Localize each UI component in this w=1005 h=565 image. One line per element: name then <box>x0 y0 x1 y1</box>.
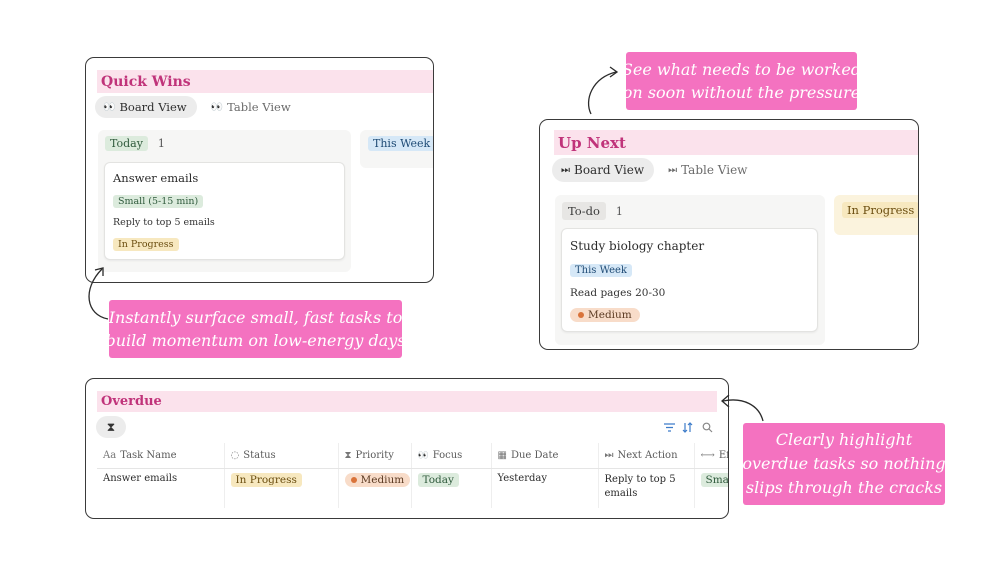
table-header-row: Aa Task Name ◌ Status ⧗ Priority 👀 Focus ▦ Du… <box>97 443 728 469</box>
callout-up-next: See what needs to be worked on soon with… <box>622 52 861 110</box>
column-tag-today: Today <box>105 136 148 151</box>
tab-table-view[interactable]: ⏭ Table View <box>660 159 757 181</box>
hourglass-icon: ⧗ <box>344 449 352 461</box>
priority-dot-icon <box>350 476 357 483</box>
cell-priority[interactable]: Medium <box>338 468 412 508</box>
callout-quick-wins: Instantly surface small, fast tasks to b… <box>106 300 406 358</box>
next-track-icon: ⏭ <box>561 164 570 176</box>
status-icon: ◌ <box>230 449 240 461</box>
tab-label: Table View <box>227 100 291 114</box>
column-header-status[interactable]: ◌ Status <box>224 443 339 469</box>
quick-wins-title: Quick Wins <box>97 70 433 93</box>
column-header-focus[interactable]: 👀 Focus <box>411 443 492 469</box>
tab-table-view[interactable]: 👀 Table View <box>203 96 301 118</box>
card-note: Read pages 20-30 <box>570 287 666 299</box>
overdue-table: Aa Task Name ◌ Status ⧗ Priority 👀 Focus ▦ Du… <box>97 443 728 508</box>
cell-next-action[interactable]: Reply to top 5 emails <box>598 468 695 508</box>
column-tag-this-week: This Week <box>368 136 433 151</box>
status-badge: In Progress <box>230 472 302 487</box>
next-track-icon: ⏭ <box>668 164 677 176</box>
column-header-this-week: This Week <box>368 136 433 151</box>
tab-label: Board View <box>574 163 645 177</box>
card-title: Study biology chapter <box>570 239 705 253</box>
column-header-priority[interactable]: ⧗ Priority <box>338 443 412 469</box>
task-card-answer-emails[interactable]: Answer emails Small (5-15 min) Reply to … <box>104 162 345 260</box>
cell-effort[interactable]: Smal <box>694 468 728 508</box>
tab-board-view[interactable]: 👀 Board View <box>95 96 197 118</box>
overdue-title: Overdue <box>97 391 717 412</box>
cell-due-date[interactable]: Yesterday <box>491 468 599 508</box>
table-row[interactable]: Answer emails In Progress Medium Today Y… <box>97 468 728 508</box>
text-icon: Aa <box>103 449 117 461</box>
filter-icon[interactable] <box>663 421 675 433</box>
up-next-tabs: ⏭ Board View ⏭ Table View <box>552 158 757 182</box>
status-badge: In Progress <box>113 238 179 251</box>
priority-dot-icon <box>578 312 584 318</box>
size-tag: Small (5-15 min) <box>113 195 204 208</box>
up-next-title: Up Next <box>554 130 918 155</box>
cell-task-name[interactable]: Answer emails <box>97 468 225 508</box>
next-track-icon: ⏭ <box>604 449 614 461</box>
column-header-due-date[interactable]: ▦ Due Date <box>491 443 599 469</box>
column-count: 1 <box>615 204 623 218</box>
overdue-panel: Overdue ⧗ Aa Task Name ◌ Status ⧗ Priority … <box>85 378 729 519</box>
task-card-study-biology[interactable]: Study biology chapter This Week Read pag… <box>561 228 818 332</box>
tab-board-view[interactable]: ⏭ Board View <box>552 158 655 182</box>
card-note: Reply to top 5 emails <box>113 217 215 228</box>
column-header-to-do: To-do 1 <box>562 202 623 220</box>
calendar-icon: ▦ <box>497 449 507 461</box>
priority-label: Medium <box>588 309 632 321</box>
arrow-overdue <box>721 394 764 422</box>
column-header-next-action[interactable]: ⏭ Next Action <box>598 443 695 469</box>
callout-overdue: Clearly highlight overdue tasks so nothi… <box>742 423 946 505</box>
column-header-task-name[interactable]: Aa Task Name <box>97 443 225 469</box>
card-title: Answer emails <box>113 171 199 185</box>
arrow-quick-wins <box>88 267 109 320</box>
view-switcher-hourglass[interactable]: ⧗ <box>96 416 126 438</box>
column-header-in-progress: In Progress <box>842 202 918 218</box>
focus-tag: This Week <box>570 264 632 277</box>
tab-label: Board View <box>119 100 187 114</box>
quick-wins-tabs: 👀 Board View 👀 Table View <box>95 96 301 118</box>
column-tag-in-progress: In Progress <box>842 202 918 218</box>
dumbbell-icon: ⟷ <box>700 449 715 461</box>
priority-badge: Medium <box>570 308 640 322</box>
cell-focus[interactable]: Today <box>411 468 492 508</box>
priority-badge: Medium <box>344 472 410 487</box>
column-tag-to-do: To-do <box>562 202 606 220</box>
column-header-today: Today 1 <box>105 136 165 151</box>
column-header-effort[interactable]: ⟷ Ef <box>694 443 728 469</box>
quick-wins-panel: Quick Wins 👀 Board View 👀 Table View Tod… <box>85 57 434 283</box>
sort-icon[interactable] <box>681 421 693 433</box>
tab-label: Table View <box>681 163 748 177</box>
binoculars-icon: 👀 <box>417 450 429 461</box>
hourglass-icon: ⧗ <box>106 419 116 434</box>
search-icon[interactable] <box>701 421 713 433</box>
effort-tag: Smal <box>700 472 728 487</box>
up-next-panel: Up Next ⏭ Board View ⏭ Table View To-do … <box>539 119 919 350</box>
column-count: 1 <box>157 137 165 150</box>
cell-status[interactable]: In Progress <box>224 468 339 508</box>
binoculars-icon: 👀 <box>103 101 115 113</box>
arrow-up-next <box>587 66 619 115</box>
focus-tag: Today <box>417 472 459 487</box>
binoculars-icon: 👀 <box>210 101 223 113</box>
